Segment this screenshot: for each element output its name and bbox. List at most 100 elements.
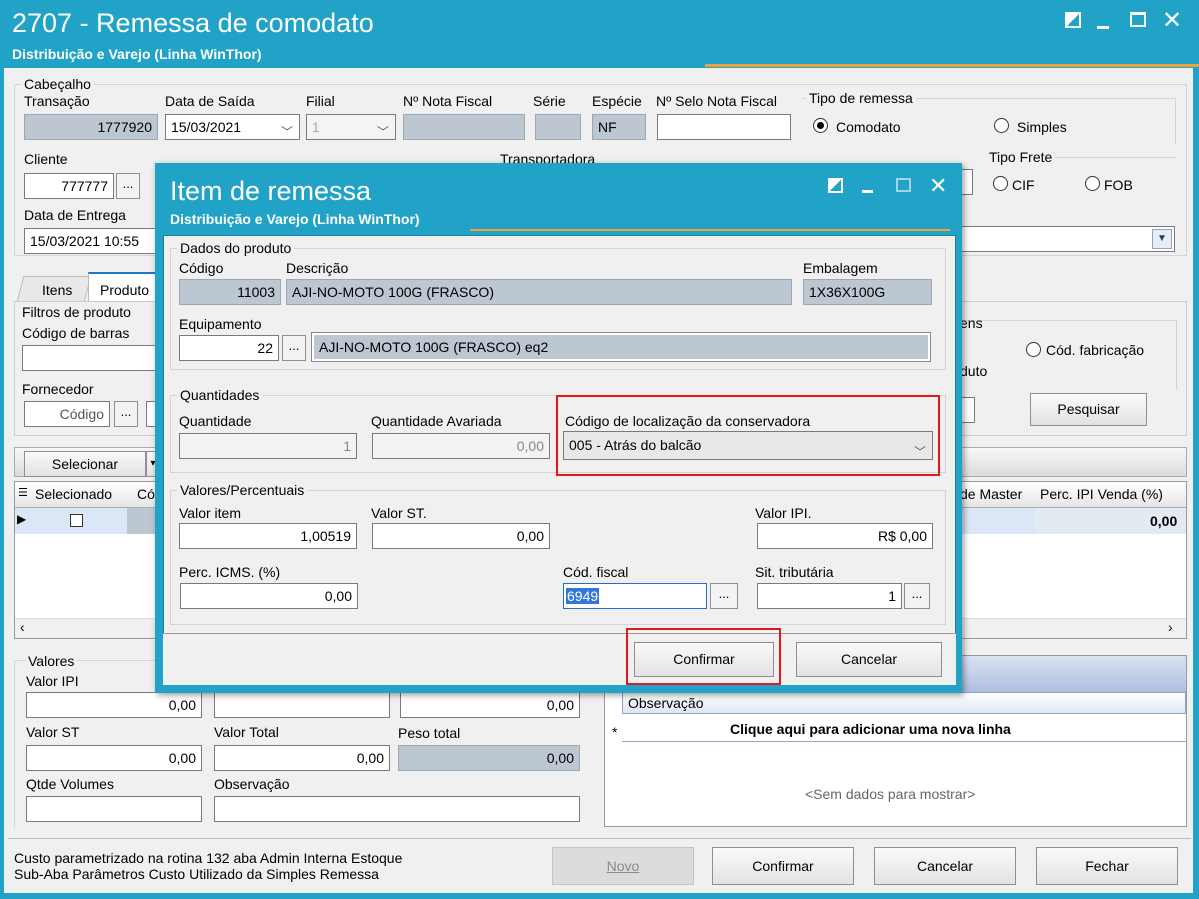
fechar-button[interactable]: Fechar: [1036, 847, 1178, 885]
footer-confirmar-button[interactable]: Confirmar: [712, 847, 854, 885]
grid-menu-icon[interactable]: ☰: [18, 486, 28, 499]
valor-item-label: Valor item: [179, 505, 241, 521]
scroll-left-icon[interactable]: ‹: [20, 619, 25, 635]
descricao-field: AJI-NO-MOTO 100G (FRASCO): [286, 279, 792, 305]
equipamento-field[interactable]: 22: [179, 335, 279, 361]
sit-tributaria-field[interactable]: 1: [757, 583, 902, 609]
dialog-title: Item de remessa: [170, 176, 372, 206]
qtde-label: Qtde Volumes: [26, 776, 114, 792]
data-entrega-label: Data de Entrega: [24, 207, 126, 223]
descricao-label: Descrição: [286, 260, 349, 276]
cif-radio[interactable]: [993, 176, 1008, 191]
transacao-field: 1777920: [24, 114, 158, 140]
main-subtitle: Distribuição e Varejo (Linha WinThor): [12, 46, 262, 62]
obs-add-label: Clique aqui para adicionar uma nova linh…: [730, 721, 1011, 737]
restore-icon[interactable]: [1065, 12, 1081, 28]
obs-grid-header[interactable]: [622, 692, 1186, 714]
valor-total-field: 0,00: [214, 745, 390, 771]
valor-ipi-dlg-field[interactable]: R$ 0,00: [757, 523, 933, 549]
qtde-field[interactable]: [26, 796, 202, 822]
dialog-cancelar-button[interactable]: Cancelar: [796, 642, 942, 677]
avariada-field: 0,00: [372, 433, 550, 459]
equipamento-search-button[interactable]: ...: [282, 335, 306, 361]
sit-tributaria-label: Sit. tributária: [755, 564, 834, 580]
selo-field[interactable]: [657, 114, 791, 140]
data-saida-label: Data de Saída: [165, 93, 255, 109]
fornecedor-field[interactable]: Código: [24, 401, 110, 427]
cif-label: CIF: [1012, 177, 1035, 193]
row-cell-co: [127, 508, 157, 534]
cod-fabricacao-radio[interactable]: [1026, 342, 1041, 357]
comodato-label: Comodato: [836, 119, 901, 135]
fob-radio[interactable]: [1085, 176, 1100, 191]
peso-label: Peso total: [398, 725, 461, 741]
footer-note-1: Custo parametrizado na rotina 132 aba Ad…: [14, 850, 403, 866]
data-entrega-field[interactable]: 15/03/2021 10:55: [24, 228, 164, 254]
filters-title: Filtros de produto: [22, 304, 131, 320]
valor-st-dlg-field[interactable]: 0,00: [372, 523, 550, 549]
maximize-icon[interactable]: [1130, 12, 1146, 27]
valor-item-field[interactable]: 1,00519: [179, 523, 357, 549]
quantidade-field: 1: [179, 433, 357, 459]
sit-tributaria-search-button[interactable]: ...: [904, 583, 930, 609]
footer-cancelar-button[interactable]: Cancelar: [874, 847, 1016, 885]
pesquisar-button[interactable]: Pesquisar: [1030, 393, 1147, 426]
codigo-field: 11003: [179, 279, 281, 305]
obs-field[interactable]: [214, 796, 580, 822]
obs-label: Observação: [214, 776, 290, 792]
main-title-bar: 2707 - Remessa de comodato Distribuição …: [0, 0, 1199, 68]
filial-label: Filial: [306, 93, 335, 109]
serie-field: [535, 114, 581, 140]
dialog-accent-line: [470, 229, 950, 231]
simples-radio[interactable]: [994, 118, 1009, 133]
tab-itens-label: Itens: [42, 282, 73, 298]
valor-mid-field: 0,00: [400, 692, 580, 718]
dialog-restore-icon[interactable]: [828, 178, 843, 193]
valor-ipi-label: Valor IPI: [26, 673, 79, 689]
col-master[interactable]: de Master: [960, 486, 1022, 502]
row-ipi-value: 0,00: [1150, 513, 1178, 529]
row-checkbox[interactable]: [70, 514, 83, 527]
main-title: 2707 - Remessa de comodato: [12, 8, 374, 38]
valor-total-label: Valor Total: [214, 724, 279, 740]
tab-produtos-label: Produto: [100, 282, 150, 298]
cliente-label: Cliente: [24, 151, 68, 167]
selecionar-button[interactable]: Selecionar: [24, 451, 146, 477]
dialog-subtitle: Distribuição e Varejo (Linha WinThor): [170, 211, 420, 227]
simples-label: Simples: [1017, 119, 1067, 135]
comodato-radio[interactable]: [813, 118, 828, 133]
new-row-star: *: [612, 724, 618, 740]
perc-icms-field[interactable]: 0,00: [180, 583, 358, 609]
dialog-minimize-icon[interactable]: [862, 190, 873, 193]
embalagem-field: 1X36X100G: [803, 279, 932, 305]
col-selecionado[interactable]: Selecionado: [35, 486, 112, 502]
close-icon[interactable]: ✕: [1162, 6, 1182, 35]
valor-st-field: 0,00: [26, 745, 202, 771]
valor-st-dlg-label: Valor ST.: [371, 505, 427, 521]
col-co[interactable]: Có: [137, 486, 155, 502]
valor-ipi-field: 0,00: [26, 692, 202, 718]
window-frame-bottom: [0, 893, 1199, 899]
chevron-down-icon: ﹀: [376, 125, 389, 139]
valor-ipi2-field: [214, 692, 390, 718]
novo-button[interactable]: Novo: [552, 847, 694, 885]
minimize-icon[interactable]: [1097, 26, 1109, 29]
codigo-barras-field[interactable]: [22, 345, 162, 371]
dialog-close-icon[interactable]: ✕: [929, 173, 947, 199]
cliente-field[interactable]: 777777: [24, 173, 114, 199]
duto-label: duto: [960, 363, 988, 379]
cod-fiscal-search-button[interactable]: ...: [710, 583, 738, 609]
cod-fiscal-field[interactable]: 6949: [563, 583, 707, 609]
especie-label: Espécie: [592, 93, 642, 109]
peso-field: 0,00: [398, 745, 580, 771]
fornecedor-search-button[interactable]: ...: [114, 401, 138, 427]
obs-grid-header-label: Observação: [628, 695, 704, 711]
entrega-dropdown[interactable]: ▼: [955, 226, 1175, 252]
col-ipi[interactable]: Perc. IPI Venda (%): [1040, 486, 1163, 502]
equipamento-desc-field: AJI-NO-MOTO 100G (FRASCO) eq2: [311, 332, 931, 362]
scroll-right-icon[interactable]: ›: [1168, 619, 1173, 635]
cliente-search-button[interactable]: ...: [116, 173, 140, 199]
title-accent-line: [705, 64, 1199, 67]
filter-partial-label: ens: [960, 315, 983, 331]
data-saida-field[interactable]: 15/03/2021 ﹀: [165, 114, 300, 140]
